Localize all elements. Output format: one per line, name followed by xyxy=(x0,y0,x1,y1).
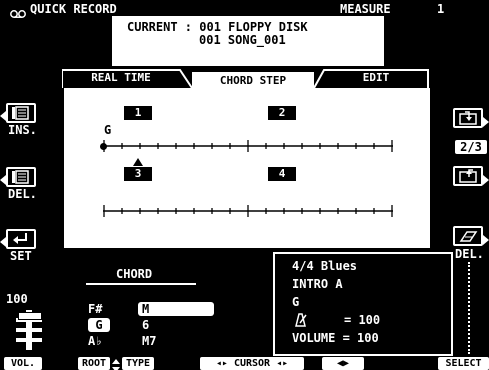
left-right-arrows-icon: ◂▸ xyxy=(276,358,289,369)
delete-label: DEL. xyxy=(8,187,37,201)
erase-button[interactable] xyxy=(453,226,483,246)
chord-step-panel xyxy=(64,88,430,248)
scroll-softkey[interactable]: ◀▶ xyxy=(322,357,364,370)
vol-softkey[interactable]: VOL. xyxy=(4,357,42,370)
select-softkey[interactable]: SELECT xyxy=(438,357,489,370)
type-option[interactable]: 6 xyxy=(142,318,149,332)
arrow-right-icon xyxy=(483,170,489,185)
root-option[interactable]: A♭ xyxy=(88,334,102,348)
delete-button[interactable] xyxy=(6,167,36,187)
type-softkey[interactable]: TYPE xyxy=(122,357,154,370)
left-right-arrows-icon: ◂▸ xyxy=(215,358,228,369)
updown-arrow-icon xyxy=(112,357,120,370)
volume-slider-tick xyxy=(16,328,42,332)
erase-label: DEL. xyxy=(455,247,484,261)
style-name: 4/4 Blues xyxy=(292,259,358,273)
enter-arrow-icon xyxy=(13,233,27,244)
cursor-label: CURSOR xyxy=(233,358,271,369)
measure-marker-2: 2 xyxy=(268,106,296,120)
measure-marker-4: 4 xyxy=(268,167,296,181)
arrow-right-icon xyxy=(483,112,489,127)
chord-panel-title: CHORD xyxy=(116,267,153,281)
measure-marker-1: 1 xyxy=(124,106,152,120)
root-softkey[interactable]: ROOT xyxy=(78,357,110,370)
type-option[interactable]: M7 xyxy=(142,334,156,348)
type-option-selected[interactable]: M xyxy=(138,302,214,316)
chord-event-label: G xyxy=(104,123,112,137)
style-chord: G xyxy=(292,295,300,309)
song-name: 001 SONG_001 xyxy=(199,33,286,47)
left-right-arrows-icon: ◀▶ xyxy=(336,358,350,369)
style-volume: VOLUME = 100 xyxy=(292,331,379,345)
volume-slider-tick xyxy=(16,338,42,342)
save-disk-icon xyxy=(459,111,477,125)
set-label: SET xyxy=(10,249,32,263)
cassette-icon xyxy=(10,4,26,18)
cursor-softkey[interactable]: ◂▸ CURSOR ◂▸ xyxy=(200,357,304,370)
tempo-value: = 100 xyxy=(344,313,381,327)
set-button[interactable] xyxy=(6,229,36,249)
volume-value: 100 xyxy=(6,292,28,306)
measure-label: MEASURE xyxy=(340,2,391,16)
select-guide-line xyxy=(468,262,470,354)
lcd-screen: QUICK RECORD MEASURE 1 CURRENT : 001 FLO… xyxy=(0,0,489,370)
volume-slider-knob[interactable] xyxy=(18,312,42,320)
mode-title: QUICK RECORD xyxy=(30,2,117,16)
measure-value: 1 xyxy=(437,2,445,16)
measure-ruler-1[interactable] xyxy=(103,140,397,152)
tab-real-time[interactable]: REAL TIME xyxy=(66,70,176,86)
load-button[interactable] xyxy=(453,166,483,186)
chevron-down-icon xyxy=(156,362,164,368)
cursor-triangle-icon xyxy=(133,158,143,166)
delete-list-icon xyxy=(12,170,29,184)
save-button[interactable] xyxy=(453,108,483,128)
load-disk-icon xyxy=(459,169,477,183)
tab-edit[interactable]: EDIT xyxy=(326,70,426,86)
arrow-right-icon xyxy=(483,230,489,245)
root-option[interactable]: F# xyxy=(88,302,102,316)
eraser-icon xyxy=(459,231,478,242)
chord-panel-rule xyxy=(86,283,196,285)
style-section: INTRO A xyxy=(292,277,343,291)
insert-label: INS. xyxy=(8,123,37,137)
root-option-selected[interactable]: G xyxy=(88,318,110,332)
measure-marker-3: 3 xyxy=(124,167,152,181)
page-indicator: 2/3 xyxy=(455,140,487,154)
current-location: CURRENT : 001 FLOPPY DISK xyxy=(127,20,308,34)
insert-button[interactable] xyxy=(6,103,36,123)
metronome-icon xyxy=(292,312,308,327)
insert-list-icon xyxy=(12,106,29,120)
measure-ruler-2[interactable] xyxy=(103,205,397,217)
